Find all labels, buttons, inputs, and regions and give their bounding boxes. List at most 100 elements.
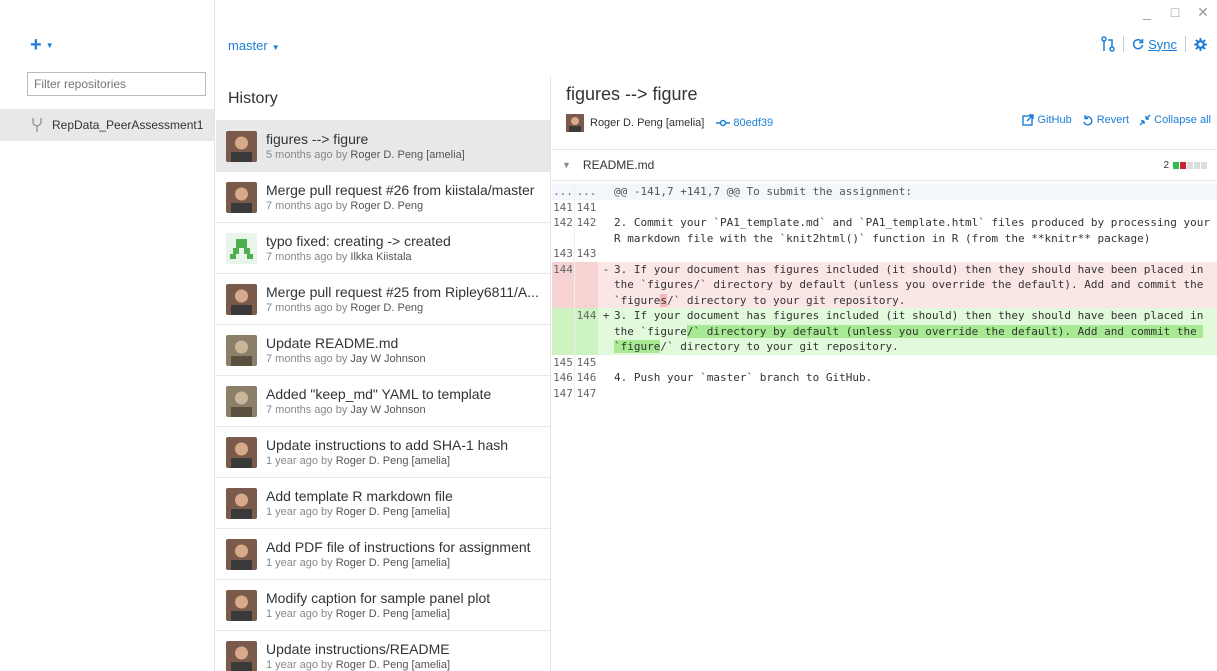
avatar: [226, 283, 257, 315]
diff-code: 3. If your document has figures included…: [614, 308, 1217, 355]
avatar: [226, 589, 257, 621]
diff-sign: [598, 184, 614, 200]
repository-name: RepData_PeerAssessment1: [52, 118, 204, 132]
commit-author: Roger D. Peng [amelia]: [335, 506, 451, 518]
commit-text: Add PDF file of instructions for assignm…: [266, 539, 541, 569]
commit-text: typo fixed: creating -> created 7 months …: [266, 233, 541, 263]
commit-icon: [716, 119, 731, 127]
filter-repositories-input[interactable]: [27, 72, 206, 96]
collapse-triangle-icon[interactable]: ▼: [562, 160, 571, 170]
diff-code-segment: /` directory to your git repository.: [660, 340, 899, 353]
commit-item[interactable]: typo fixed: creating -> created 7 months …: [216, 222, 550, 273]
commit-title: figures --> figure: [566, 84, 698, 104]
commit-meta: 1 year ago by Roger D. Peng [amelia]: [266, 506, 541, 518]
commit-message: Update README.md: [266, 335, 399, 351]
chevron-down-icon: ▼: [45, 41, 54, 50]
commit-author: Roger D. Peng: [350, 200, 424, 212]
commit-message: Merge pull request #26 from kiistala/mas…: [266, 182, 535, 198]
collapse-all-label: Collapse all: [1154, 114, 1211, 126]
commit-item[interactable]: Merge pull request #25 from Ripley6811/A…: [216, 273, 550, 324]
minimize-button[interactable]: _: [1141, 4, 1153, 21]
diff-code: @@ -141,7 +141,7 @@ To submit the assign…: [614, 185, 913, 198]
avatar: [226, 130, 257, 162]
commit-item[interactable]: Update README.md 7 months ago by Jay W Jo…: [216, 324, 550, 375]
commit-text: Update instructions to add SHA-1 hash 1 y…: [266, 437, 541, 467]
commit-item[interactable]: Update instructions/README 1 year ago by …: [216, 630, 550, 671]
commit-meta: 1 year ago by Roger D. Peng [amelia]: [266, 557, 541, 569]
commit-item[interactable]: Modify caption for sample panel plot 1 ye…: [216, 579, 550, 630]
commit-item[interactable]: Add PDF file of instructions for assignm…: [216, 528, 550, 579]
old-line-number: 147: [552, 385, 575, 401]
commit-text: Modify caption for sample panel plot 1 ye…: [266, 590, 541, 620]
diff-sign: [598, 355, 614, 371]
new-line-number: ...: [576, 185, 597, 198]
commit-item[interactable]: figures --> figure 5 months ago by Roger …: [216, 120, 550, 171]
collapse-all-button[interactable]: Collapse all: [1139, 114, 1211, 126]
commit-meta: 7 months ago by Roger D. Peng: [266, 200, 541, 212]
diff-code: [614, 200, 618, 216]
sync-button[interactable]: Sync: [1132, 37, 1177, 52]
commit-author: Roger D. Peng [amelia]: [335, 608, 451, 620]
plus-icon: +: [30, 34, 42, 56]
commit-meta: 7 months ago by Ilkka Kiistala: [266, 251, 541, 263]
branch-selector[interactable]: master ▼: [228, 38, 280, 53]
diff-sign: +: [602, 309, 610, 322]
repository-item[interactable]: RepData_PeerAssessment1: [0, 109, 214, 141]
commit-item[interactable]: Update instructions to add SHA-1 hash 1 y…: [216, 426, 550, 477]
github-button[interactable]: GitHub: [1022, 114, 1072, 126]
diff-code: 2. Commit your `PA1_template.md` and `PA…: [614, 216, 1217, 245]
file-header[interactable]: ▼ README.md 2: [552, 149, 1217, 181]
new-line-number: 143: [576, 247, 597, 260]
commit-author-row: Roger D. Peng [amelia] 80edf39: [566, 114, 773, 132]
divider: [1123, 36, 1125, 52]
window-controls: _ □ ✕: [1141, 4, 1209, 21]
commit-time: 1 year ago by: [266, 557, 333, 569]
revert-icon: [1083, 115, 1093, 126]
commit-item[interactable]: Merge pull request #26 from kiistala/mas…: [216, 171, 550, 222]
top-bar: master ▼ Sync: [216, 26, 1217, 66]
gear-icon[interactable]: [1194, 37, 1207, 51]
stat-deletion-block: [1180, 162, 1186, 169]
diff-sign: -: [602, 262, 610, 276]
commit-time: 7 months ago by: [266, 200, 348, 212]
new-line-number: 147: [576, 386, 597, 400]
diff-highlight: s: [660, 293, 667, 307]
commit-meta: 1 year ago by Roger D. Peng [amelia]: [266, 608, 541, 620]
history-title: History: [228, 90, 278, 107]
commit-text: Add template R markdown file 1 year ago b…: [266, 488, 541, 518]
commit-time: 1 year ago by: [266, 659, 333, 671]
commit-message: Add template R markdown file: [266, 488, 453, 504]
diff-context-line: 147 147: [552, 385, 1217, 401]
commit-meta: 7 months ago by Roger D. Peng: [266, 302, 541, 314]
close-button[interactable]: ✕: [1197, 4, 1209, 21]
collapse-icon: [1139, 114, 1151, 126]
old-line-number: 141: [552, 199, 575, 215]
revert-button[interactable]: Revert: [1082, 114, 1129, 126]
commit-author: Jay W Johnson: [350, 353, 426, 365]
github-label: GitHub: [1037, 114, 1072, 126]
diff-added-line: 144 + 3. If your document has figures in…: [552, 308, 1217, 355]
old-line-number: [552, 308, 575, 355]
commit-time: 7 months ago by: [266, 251, 348, 263]
add-repository-button[interactable]: + ▼: [30, 34, 54, 57]
commit-time: 7 months ago by: [266, 404, 348, 416]
branch-name: master: [228, 38, 268, 53]
maximize-button[interactable]: □: [1169, 4, 1181, 21]
commit-item[interactable]: Add template R markdown file 1 year ago b…: [216, 477, 550, 528]
commit-sha-link[interactable]: 80edf39: [716, 117, 773, 129]
commit-author: Roger D. Peng [amelia]: [335, 455, 451, 467]
repository-sidebar: + ▼ RepData_PeerAssessment1: [0, 0, 215, 671]
diff-context-line: 143 143: [552, 246, 1217, 262]
commit-time: 7 months ago by: [266, 353, 348, 365]
stat-neutral-block: [1201, 162, 1207, 169]
commit-message: figures --> figure: [266, 131, 369, 147]
commit-time: 7 months ago by: [266, 302, 348, 314]
avatar: [566, 114, 584, 132]
commit-item[interactable]: Added "keep_md" YAML to template 7 months…: [216, 375, 550, 426]
revert-label: Revert: [1096, 114, 1130, 126]
old-line-number: 145: [552, 354, 575, 370]
diff-code: [614, 246, 618, 262]
top-actions: Sync: [1101, 36, 1207, 52]
pull-request-icon[interactable]: [1101, 36, 1115, 52]
commit-message: Merge pull request #25 from Ripley6811/A…: [266, 284, 539, 300]
